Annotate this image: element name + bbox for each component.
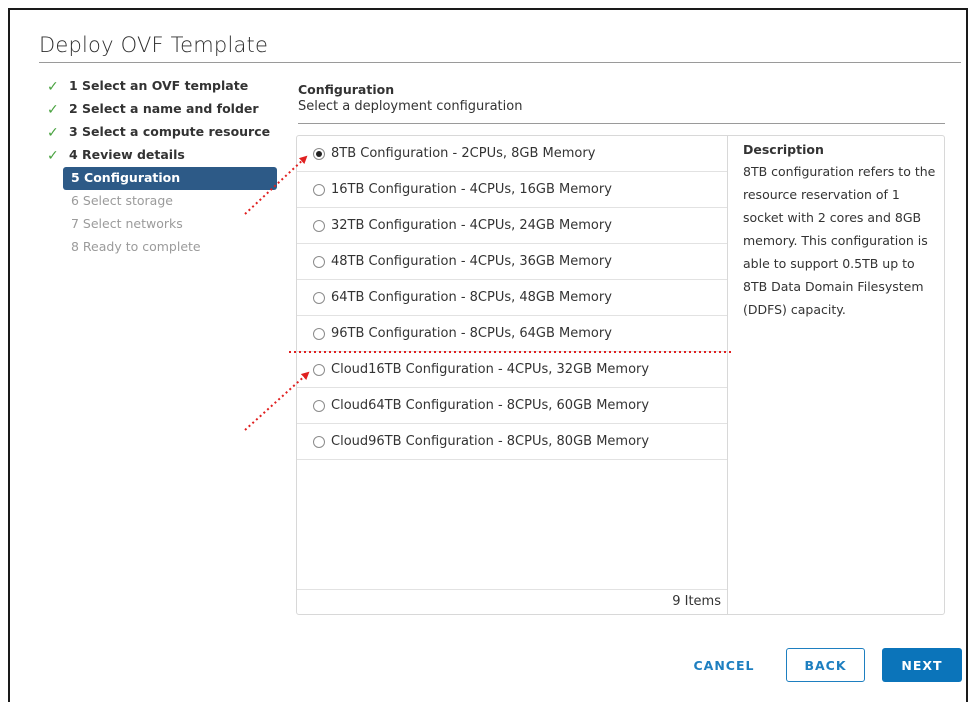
radio-button[interactable] <box>313 327 325 340</box>
config-option-48tb[interactable]: 48TB Configuration - 4CPUs, 36GB Memory <box>297 244 727 280</box>
config-option-label: Cloud64TB Configuration - 8CPUs, 60GB Me… <box>331 398 650 413</box>
step-label: 6 Select storage <box>71 193 173 208</box>
step-ready-to-complete: 8 Ready to complete <box>63 236 280 259</box>
step-select-networks: 7 Select networks <box>63 213 280 236</box>
step-configuration[interactable]: 5 Configuration <box>63 167 277 190</box>
config-option-8tb[interactable]: 8TB Configuration - 2CPUs, 8GB Memory <box>297 136 727 172</box>
config-option-96tb[interactable]: 96TB Configuration - 8CPUs, 64GB Memory <box>297 316 727 352</box>
configuration-list: 8TB Configuration - 2CPUs, 8GB Memory 16… <box>297 136 728 614</box>
radio-button[interactable] <box>313 183 325 196</box>
back-button[interactable]: BACK <box>786 648 865 682</box>
step-label: 1 Select an OVF template <box>69 78 249 93</box>
step-label: 8 Ready to complete <box>71 239 201 254</box>
config-option-cloud96tb[interactable]: Cloud96TB Configuration - 8CPUs, 80GB Me… <box>297 424 727 460</box>
config-option-64tb[interactable]: 64TB Configuration - 8CPUs, 48GB Memory <box>297 280 727 316</box>
step-review-details[interactable]: ✓ 4 Review details <box>44 144 280 167</box>
cancel-button[interactable]: CANCEL <box>686 648 762 682</box>
radio-button[interactable] <box>313 147 325 160</box>
step-select-storage: 6 Select storage <box>63 190 280 213</box>
step-label: 4 Review details <box>69 147 185 162</box>
config-option-cloud64tb[interactable]: Cloud64TB Configuration - 8CPUs, 60GB Me… <box>297 388 727 424</box>
radio-button[interactable] <box>313 399 325 412</box>
radio-button[interactable] <box>313 435 325 448</box>
checkmark-icon: ✓ <box>47 125 59 141</box>
config-option-label: 8TB Configuration - 2CPUs, 8GB Memory <box>331 146 596 161</box>
config-option-16tb[interactable]: 16TB Configuration - 4CPUs, 16GB Memory <box>297 172 727 208</box>
config-option-label: 16TB Configuration - 4CPUs, 16GB Memory <box>331 182 612 197</box>
dialog-title: Deploy OVF Template <box>39 33 269 57</box>
radio-button[interactable] <box>313 363 325 376</box>
section-subtitle: Select a deployment configuration <box>298 99 523 114</box>
config-option-label: 32TB Configuration - 4CPUs, 24GB Memory <box>331 218 612 233</box>
list-item-count: 9 Items <box>297 589 727 614</box>
step-label: 3 Select a compute resource <box>69 124 271 139</box>
step-select-ovf-template[interactable]: ✓ 1 Select an OVF template <box>44 75 280 98</box>
config-option-label: Cloud16TB Configuration - 4CPUs, 32GB Me… <box>331 362 650 377</box>
config-option-label: Cloud96TB Configuration - 8CPUs, 80GB Me… <box>331 434 650 449</box>
section-divider <box>298 123 945 124</box>
description-title: Description <box>743 142 824 157</box>
section-title: Configuration <box>298 82 395 97</box>
config-option-label: 48TB Configuration - 4CPUs, 36GB Memory <box>331 254 612 269</box>
step-label: 5 Configuration <box>71 170 181 185</box>
checkmark-icon: ✓ <box>47 79 59 95</box>
step-label: 7 Select networks <box>71 216 183 231</box>
radio-button[interactable] <box>313 291 325 304</box>
radio-button[interactable] <box>313 255 325 268</box>
config-option-32tb[interactable]: 32TB Configuration - 4CPUs, 24GB Memory <box>297 208 727 244</box>
configuration-panel: 8TB Configuration - 2CPUs, 8GB Memory 16… <box>296 135 945 615</box>
next-button[interactable]: NEXT <box>882 648 962 682</box>
config-option-label: 64TB Configuration - 8CPUs, 48GB Memory <box>331 290 612 305</box>
description-pane: Description 8TB configuration refers to … <box>743 142 938 321</box>
step-select-compute-resource[interactable]: ✓ 3 Select a compute resource <box>44 121 280 144</box>
config-option-cloud16tb[interactable]: Cloud16TB Configuration - 4CPUs, 32GB Me… <box>297 352 727 388</box>
checkmark-icon: ✓ <box>47 148 59 164</box>
description-text: 8TB configuration refers to the resource… <box>743 164 936 317</box>
title-divider <box>39 62 961 63</box>
config-option-label: 96TB Configuration - 8CPUs, 64GB Memory <box>331 326 612 341</box>
wizard-steps: ✓ 1 Select an OVF template ✓ 2 Select a … <box>44 75 280 259</box>
radio-button[interactable] <box>313 219 325 232</box>
checkmark-icon: ✓ <box>47 102 59 118</box>
step-label: 2 Select a name and folder <box>69 101 259 116</box>
step-select-name-folder[interactable]: ✓ 2 Select a name and folder <box>44 98 280 121</box>
